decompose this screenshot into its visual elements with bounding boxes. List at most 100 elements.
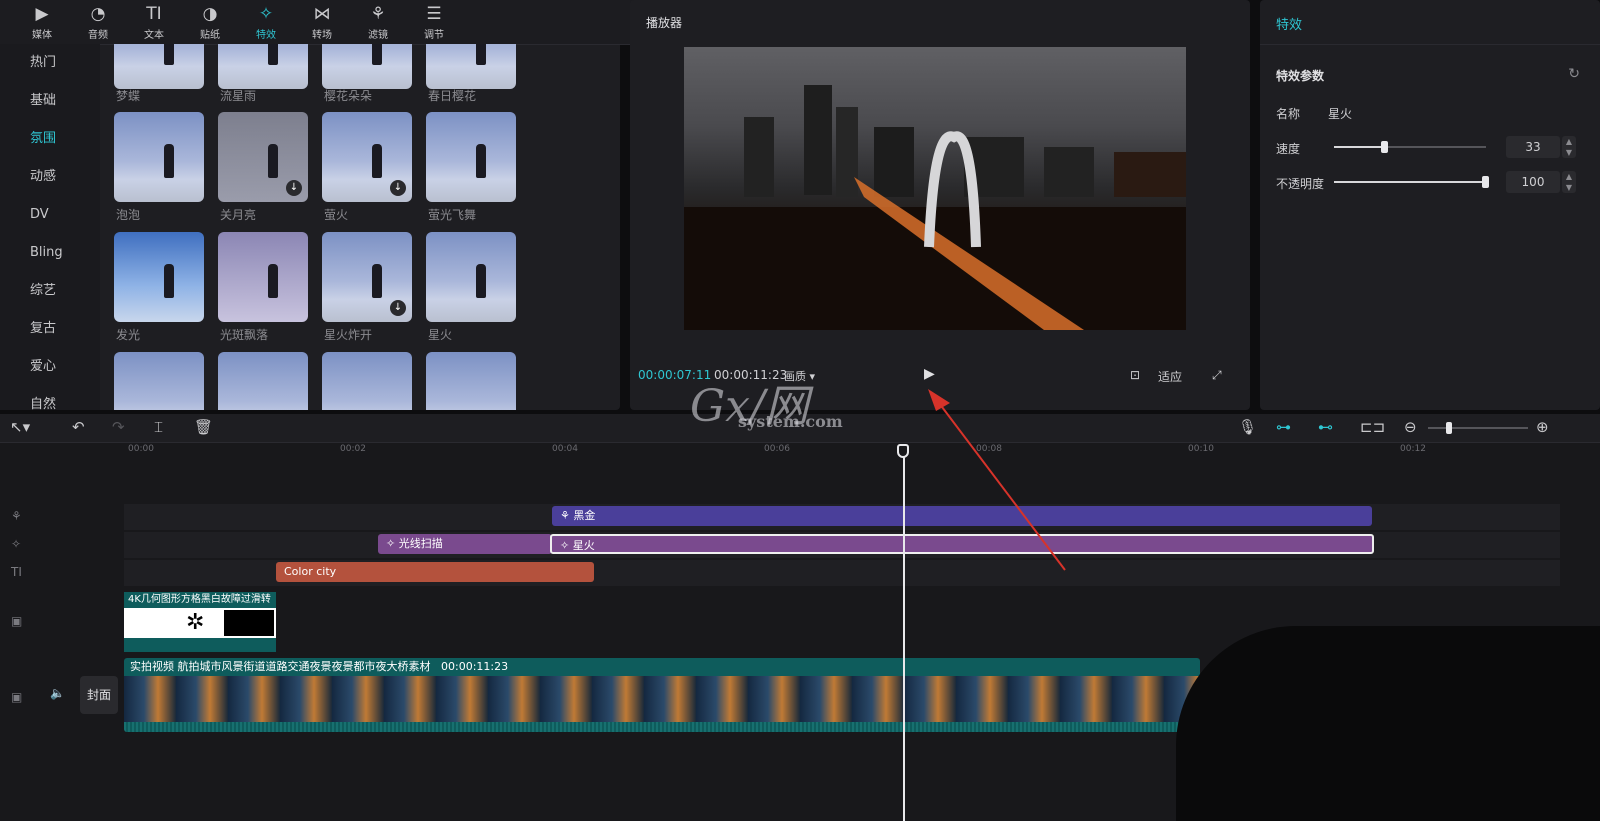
figure-silhouette — [268, 44, 278, 65]
cover-button[interactable]: 封面 — [80, 676, 118, 714]
zoom-in-icon[interactable]: ⊕ — [1536, 418, 1549, 436]
category-item[interactable]: Bling — [0, 234, 100, 272]
effect-thumbnail[interactable] — [322, 44, 412, 89]
effect-params-panel: 特效 特效参数 ↻ 名称 星火 速度 33 ▲ ▼ 不透明度 100 ▲ ▼ — [1260, 0, 1600, 410]
opacity-input[interactable]: 100 — [1506, 171, 1560, 193]
effect-thumbnail[interactable] — [114, 352, 204, 410]
playhead-handle[interactable] — [897, 444, 909, 458]
effects-grid: 梦蝶 流星雨 樱花朵朵 春日樱花 ↓ ↓ 泡泡 关月亮 萤火 萤光飞舞 ↓ 发光… — [114, 44, 614, 410]
tab-text[interactable]: TI 文本 — [126, 0, 182, 44]
effect-thumbnail[interactable] — [322, 352, 412, 410]
category-item[interactable]: DV — [0, 196, 100, 234]
speed-slider[interactable] — [1334, 141, 1486, 153]
effect-thumbnail[interactable] — [426, 44, 516, 89]
split-icon[interactable]: ⌶ — [154, 418, 163, 436]
figure-silhouette — [476, 144, 486, 178]
opacity-stepper[interactable]: ▲ ▼ — [1562, 171, 1576, 193]
waveform-icon[interactable]: ⊡ — [1130, 368, 1140, 382]
slider-knob[interactable] — [1482, 176, 1489, 188]
redo-icon[interactable]: ↷ — [112, 418, 125, 436]
tab-filter[interactable]: ⚘ 滤镜 — [350, 0, 406, 44]
tab-sticker[interactable]: ◑ 贴纸 — [182, 0, 238, 44]
effect-thumbnail[interactable] — [114, 232, 204, 322]
volume-icon[interactable]: 🔈 — [50, 686, 65, 700]
effect-label: 樱花朵朵 — [324, 89, 373, 103]
fullscreen-icon[interactable]: ⤢ — [1212, 368, 1222, 383]
delete-icon[interactable]: 🗑 — [194, 418, 213, 436]
linkage-icon[interactable]: ⊷ — [1318, 418, 1333, 436]
category-item[interactable]: 复古 — [0, 310, 100, 348]
figure-silhouette — [476, 44, 486, 65]
microphone-icon[interactable]: 🎙 — [1238, 418, 1257, 436]
effect-thumbnail[interactable] — [114, 112, 204, 202]
effect-thumbnail[interactable]: ↓ — [218, 112, 308, 202]
media-toolbar-tabs: ▶ 媒体 ◔ 音频 TI 文本 ◑ 贴纸 ✧ 特效 ⋈ 转场 ⚘ 滤镜 ☰ 调节 — [0, 0, 634, 45]
pattern-glyph: ✲ — [186, 610, 205, 635]
divider — [1260, 44, 1600, 45]
cropped-corner — [1176, 626, 1600, 821]
tab-transition[interactable]: ⋈ 转场 — [294, 0, 350, 44]
category-item[interactable]: 爱心 — [0, 348, 100, 386]
category-item[interactable]: 动感 — [0, 158, 100, 196]
effect-thumbnail[interactable]: ↓ — [322, 232, 412, 322]
effect-thumbnail[interactable] — [218, 352, 308, 410]
slider-knob[interactable] — [1381, 141, 1388, 153]
download-icon[interactable]: ↓ — [390, 180, 406, 196]
adjust-icon: ☰ — [426, 3, 442, 24]
tab-audio[interactable]: ◔ 音频 — [70, 0, 126, 44]
figure-silhouette — [268, 144, 278, 178]
audio-waveform — [124, 722, 1200, 732]
effect-thumbnail[interactable] — [426, 232, 516, 322]
opacity-slider[interactable] — [1334, 176, 1489, 188]
video-preview[interactable] — [684, 47, 1186, 330]
section-title: 特效参数 — [1276, 69, 1325, 83]
effect-thumbnail[interactable] — [114, 44, 204, 89]
tab-media[interactable]: ▶ 媒体 — [14, 0, 70, 44]
playhead[interactable] — [903, 444, 905, 821]
fit-button[interactable]: 适应 — [1158, 368, 1182, 385]
effect-thumbnail[interactable] — [218, 44, 308, 89]
time-ruler[interactable]: 00:00 00:02 00:04 00:06 00:08 00:10 00:1… — [126, 442, 1600, 460]
category-item-active[interactable]: 氛围 — [0, 120, 100, 158]
slider-knob[interactable] — [1446, 422, 1452, 434]
tab-effects[interactable]: ✧ 特效 — [238, 0, 294, 44]
effect-label: 星火炸开 — [324, 328, 373, 342]
effect-thumbnail[interactable] — [426, 112, 516, 202]
effect-thumbnail[interactable]: ↓ — [322, 112, 412, 202]
filter-icon: ⚘ — [370, 3, 386, 24]
category-item[interactable]: 综艺 — [0, 272, 100, 310]
tab-adjust[interactable]: ☰ 调节 — [406, 0, 462, 44]
main-track-icon: ▣ — [11, 690, 23, 704]
download-icon[interactable]: ↓ — [286, 180, 302, 196]
effect-label: 星火 — [428, 328, 453, 342]
effect-thumbnail[interactable] — [426, 352, 516, 410]
text-clip[interactable]: Color city — [276, 562, 594, 582]
download-icon[interactable]: ↓ — [390, 300, 406, 316]
clip-footer — [124, 638, 276, 652]
effect-track-icon: ✧ — [11, 537, 22, 551]
filter-track-icon: ⚘ — [11, 509, 22, 523]
zoom-out-icon[interactable]: ⊖ — [1404, 418, 1417, 436]
effect-label: 流星雨 — [220, 89, 257, 103]
speed-input[interactable]: 33 — [1506, 136, 1560, 158]
name-value: 星火 — [1328, 107, 1353, 121]
zoom-slider[interactable] — [1428, 422, 1528, 434]
play-button[interactable]: ▶ — [924, 366, 935, 382]
effect-label: 发光 — [116, 328, 141, 342]
main-video-clip[interactable]: 实拍视频 航拍城市风景街道道路交通夜景夜景都市夜大桥素材 00:00:11:23 — [124, 658, 1200, 732]
magnet-snap-icon[interactable]: ⊶ — [1276, 418, 1291, 436]
effects-icon: ✧ — [386, 537, 399, 550]
undo-icon[interactable]: ↶ — [72, 418, 85, 436]
effect-clip[interactable]: ✧ 光线扫描 — [378, 534, 552, 554]
speed-stepper[interactable]: ▲ ▼ — [1562, 136, 1576, 158]
overlay-video-clip[interactable]: 4K几何图形方格黑白故障过滑转 ✲ — [124, 592, 276, 652]
select-tool-icon[interactable]: ↖▾ — [10, 418, 30, 436]
reset-icon[interactable]: ↻ — [1568, 66, 1580, 82]
category-item[interactable]: 基础 — [0, 82, 100, 120]
effect-thumbnail[interactable] — [218, 232, 308, 322]
pattern-block — [224, 610, 274, 636]
preview-axis-icon[interactable]: ⊏⊐ — [1360, 418, 1385, 436]
category-item[interactable]: 热门 — [0, 44, 100, 82]
audio-icon: ◔ — [90, 3, 106, 24]
opacity-label: 不透明度 — [1276, 177, 1325, 191]
